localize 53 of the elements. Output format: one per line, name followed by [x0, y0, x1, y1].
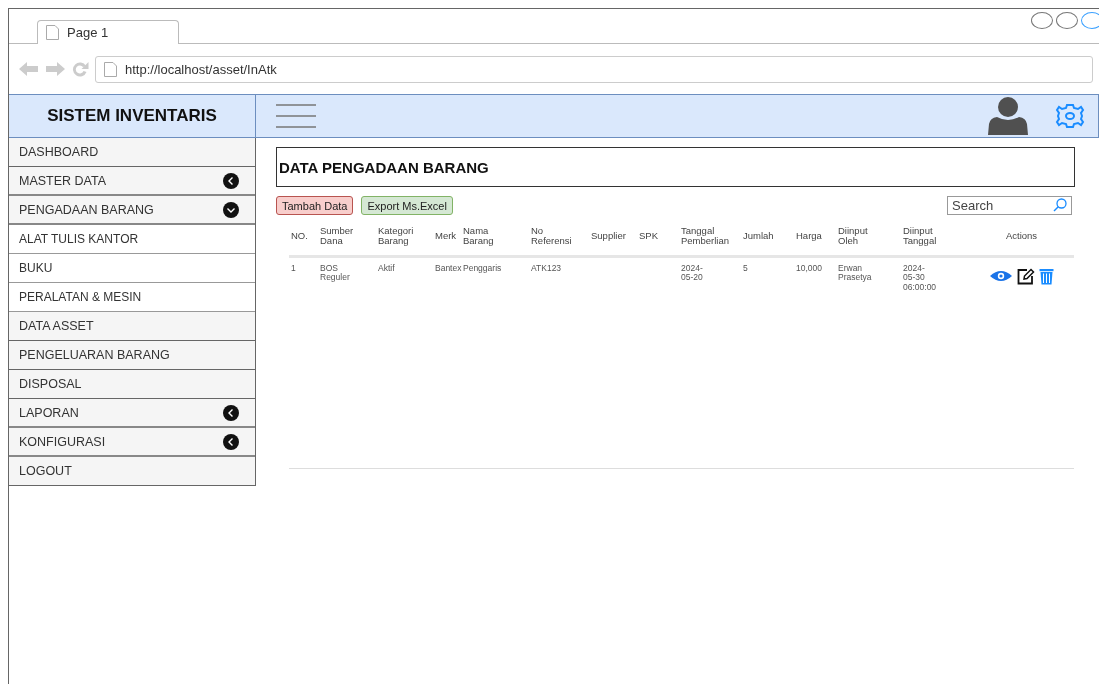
user-icon[interactable]: [986, 97, 1030, 135]
menu-icon[interactable]: [276, 104, 316, 128]
sidebar-item[interactable]: DATA ASSET: [9, 312, 255, 341]
table-cell: Bantex: [433, 256, 461, 299]
column-header: Diinput Tanggal: [901, 221, 969, 257]
table-cell: Aktif: [376, 256, 433, 299]
sidebar-item[interactable]: PENGELUARAN BARANG: [9, 341, 255, 370]
column-header: Sumber Dana: [318, 221, 376, 257]
table-cell: Erwan Prasetya: [836, 256, 901, 299]
column-header: Harga: [794, 221, 836, 257]
chevron-left-icon[interactable]: [223, 404, 239, 421]
page-icon: [46, 25, 59, 40]
sidebar-item[interactable]: LAPORAN: [9, 399, 255, 428]
column-header: Actions: [969, 221, 1074, 257]
column-header: Jumlah: [741, 221, 794, 257]
table-cell: 10,000: [794, 256, 836, 299]
app-title: SISTEM INVENTARIS: [9, 95, 256, 137]
browser-tab[interactable]: Page 1: [37, 20, 179, 44]
sidebar-item[interactable]: LOGOUT: [9, 457, 255, 486]
table-cell: 2024-05-20: [679, 256, 741, 299]
add-data-button[interactable]: Tambah Data: [276, 196, 354, 215]
column-header: NO.: [289, 221, 318, 257]
column-header: No Referensi: [529, 221, 589, 257]
export-button[interactable]: Export Ms.Excel: [361, 196, 453, 215]
table-cell: ATK123: [529, 256, 589, 299]
column-header: Kategori Barang: [376, 221, 433, 257]
search-field[interactable]: Search: [947, 196, 1072, 215]
sidebar-item[interactable]: PENGADAAN BARANG: [9, 196, 255, 225]
table-cell: 2024-05-30 06:00:00: [901, 256, 969, 299]
page-icon: [104, 61, 117, 77]
sidebar-item[interactable]: MASTER DATA: [9, 167, 255, 196]
column-header: Diinput Oleh: [836, 221, 901, 257]
sidebar-item[interactable]: DASHBOARD: [9, 138, 255, 167]
search-icon[interactable]: [1053, 198, 1067, 212]
column-header: Tanggal Pemberlian: [679, 221, 741, 257]
chevron-left-icon[interactable]: [223, 433, 239, 450]
edit-icon[interactable]: [1017, 267, 1035, 285]
settings-icon[interactable]: [1054, 103, 1086, 129]
chevron-left-icon[interactable]: [223, 172, 239, 189]
table-cell: 1: [289, 256, 318, 299]
column-header: Merk: [433, 221, 461, 257]
table-cell: Penggaris: [461, 256, 529, 299]
sidebar-item[interactable]: DISPOSAL: [9, 370, 255, 399]
column-header: Nama Barang: [461, 221, 529, 257]
eye-icon[interactable]: [989, 270, 1013, 282]
column-header: SPK: [637, 221, 679, 257]
table-cell: BOS Reguler: [318, 256, 376, 299]
address-bar[interactable]: http://localhost/asset/InAtk: [95, 55, 1093, 83]
table-cell: 5: [741, 256, 794, 299]
chevron-down-icon[interactable]: [223, 201, 239, 218]
page-title: DATA PENGADAAN BARANG: [276, 147, 1075, 187]
sidebar-item[interactable]: KONFIGURASI: [9, 428, 255, 457]
column-header: Supplier: [589, 221, 637, 257]
